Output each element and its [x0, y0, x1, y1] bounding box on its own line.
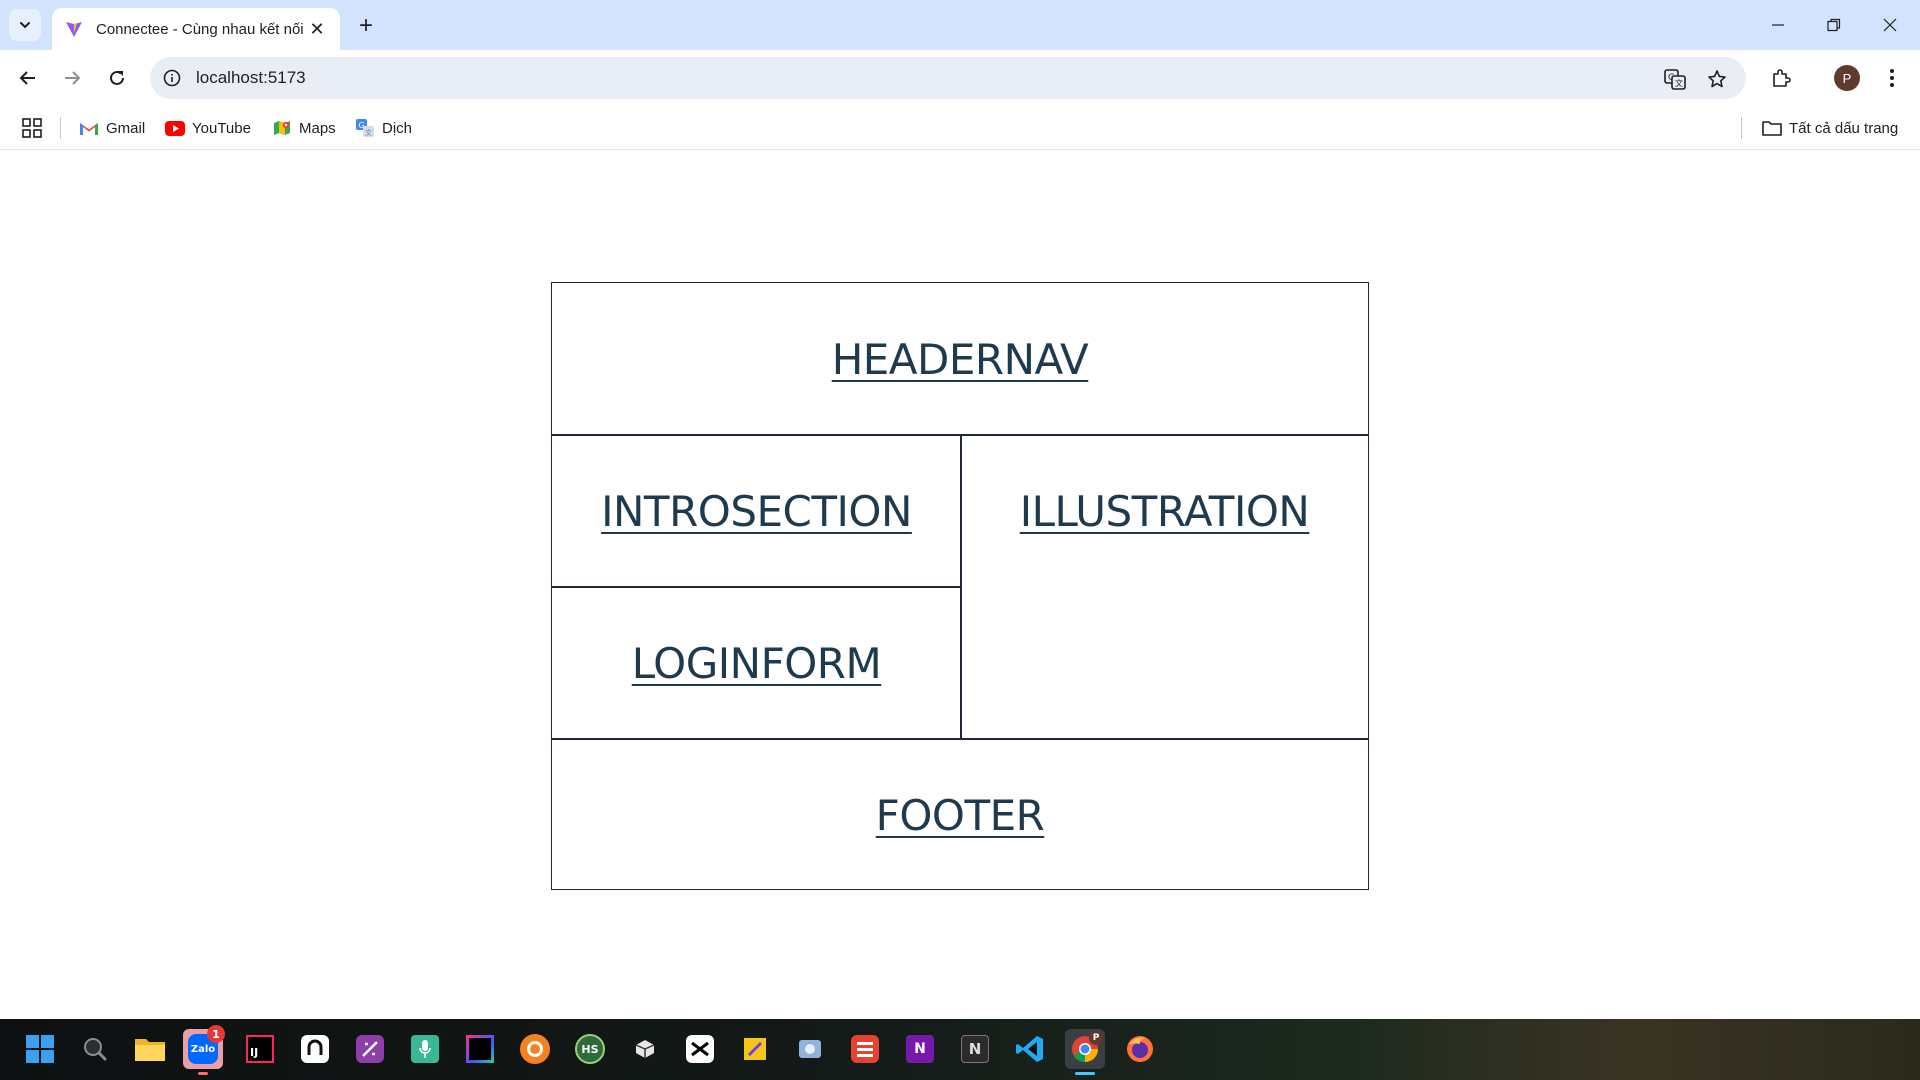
restore-icon[interactable] — [1806, 0, 1862, 50]
footer-section: FOOTER — [551, 738, 1369, 890]
firefox-icon[interactable] — [1120, 1029, 1160, 1069]
loginform-section: LOGINFORM — [551, 586, 962, 740]
new-tab-button[interactable]: + — [352, 12, 380, 40]
intellij-icon[interactable]: IJ — [240, 1029, 280, 1069]
browser-toolbar: localhost:5173 G文 P — [0, 50, 1920, 106]
puzzle-icon[interactable] — [1763, 60, 1799, 96]
headernav-section: HEADERNAV — [551, 282, 1369, 436]
bookmark-separator — [1741, 117, 1742, 139]
jetbrains-icon[interactable] — [460, 1029, 500, 1069]
capcut-icon[interactable] — [680, 1029, 720, 1069]
forward-arrow-icon[interactable] — [54, 60, 90, 96]
maps-icon — [272, 119, 292, 137]
running-indicator — [1075, 1072, 1095, 1075]
illustration-link[interactable]: ILLUSTRATION — [1020, 487, 1310, 739]
todoist-icon[interactable] — [845, 1029, 885, 1069]
translate-icon: G文 — [355, 119, 375, 137]
notion-icon[interactable]: N — [955, 1029, 995, 1069]
tab-strip: Connectee - Cùng nhau kết nối ✕ + — [0, 0, 1920, 50]
app-icon[interactable] — [295, 1029, 335, 1069]
browser-tab[interactable]: Connectee - Cùng nhau kết nối ✕ — [52, 8, 340, 50]
intellij-label: IJ — [246, 1035, 274, 1063]
chrome-icon[interactable]: P — [1065, 1029, 1105, 1075]
profile-badge: P — [1089, 1031, 1103, 1045]
reload-icon[interactable] — [99, 60, 135, 96]
bookmark-label: Gmail — [106, 119, 146, 137]
hs-icon[interactable]: HS — [570, 1029, 610, 1069]
notion-label: N — [961, 1035, 989, 1063]
apps-grid-icon[interactable] — [20, 116, 44, 140]
page-content: HEADERNAV INTROSECTION ILLUSTRATION LOGI… — [0, 151, 1920, 1019]
onenote-icon[interactable]: N — [900, 1029, 940, 1069]
onenote-label: N — [906, 1035, 934, 1063]
tab-title: Connectee - Cùng nhau kết nối — [96, 20, 304, 38]
headernav-link[interactable]: HEADERNAV — [832, 335, 1089, 435]
bookmark-maps[interactable]: Maps — [272, 116, 336, 140]
bookmark-youtube[interactable]: YouTube — [165, 116, 251, 140]
close-icon[interactable]: ✕ — [306, 18, 328, 40]
bookmark-label: Dịch — [382, 119, 413, 137]
taskbar: Zalo 1 IJ HS N N P — [0, 1019, 1920, 1080]
chevron-down-icon — [20, 22, 30, 29]
app-icon[interactable] — [515, 1029, 555, 1069]
info-icon[interactable] — [160, 66, 184, 90]
app-icon[interactable] — [350, 1029, 390, 1069]
zalo-icon[interactable]: Zalo 1 — [183, 1025, 225, 1075]
window-close-icon[interactable] — [1862, 0, 1918, 50]
illustration-section: ILLUSTRATION — [960, 434, 1369, 740]
bookmark-translate[interactable]: G文 Dịch — [355, 116, 412, 140]
app-icon[interactable] — [735, 1029, 775, 1069]
vite-icon — [64, 19, 84, 39]
windows-start-icon[interactable] — [20, 1029, 60, 1069]
app-icon[interactable] — [790, 1029, 830, 1069]
svg-text:文: 文 — [1675, 78, 1683, 88]
folder-icon — [1762, 119, 1782, 137]
translate-icon[interactable]: G文 — [1662, 66, 1688, 92]
gmail-icon — [79, 119, 99, 137]
bookmark-label: Maps — [299, 119, 336, 137]
youtube-icon — [165, 119, 185, 137]
notification-badge: 1 — [207, 1025, 225, 1043]
kebab-menu-icon[interactable] — [1874, 60, 1910, 96]
file-explorer-icon[interactable] — [130, 1029, 170, 1069]
star-icon[interactable] — [1704, 66, 1730, 92]
all-bookmarks-button[interactable]: Tất cả dấu trang — [1762, 116, 1898, 140]
address-bar[interactable]: localhost:5173 G文 — [150, 57, 1746, 99]
back-arrow-icon[interactable] — [10, 60, 46, 96]
voice-recorder-icon[interactable] — [405, 1029, 445, 1069]
svg-text:文: 文 — [365, 128, 372, 137]
running-indicator — [198, 1072, 208, 1075]
footer-link[interactable]: FOOTER — [876, 791, 1045, 889]
bookmark-separator — [60, 117, 61, 139]
url-text[interactable]: localhost:5173 — [196, 68, 306, 88]
tab-search-button[interactable] — [9, 9, 41, 41]
all-bookmarks-label: Tất cả dấu trang — [1789, 119, 1899, 137]
search-icon[interactable] — [75, 1029, 115, 1069]
introsection-link[interactable]: INTROSECTION — [601, 487, 912, 587]
bookmark-gmail[interactable]: Gmail — [79, 116, 145, 140]
minimize-icon[interactable] — [1750, 0, 1806, 50]
hs-label: HS — [575, 1034, 605, 1064]
vscode-icon[interactable] — [1010, 1029, 1050, 1069]
introsection-section: INTROSECTION — [551, 434, 962, 588]
bookmark-label: YouTube — [192, 119, 251, 137]
profile-avatar[interactable]: P — [1834, 65, 1860, 91]
app-icon[interactable] — [625, 1029, 665, 1069]
bookmarks-bar: Gmail YouTube Maps G文 Dịch Tất cả dấu tr… — [0, 106, 1920, 150]
loginform-link[interactable]: LOGINFORM — [632, 639, 882, 739]
layout-grid: HEADERNAV INTROSECTION ILLUSTRATION LOGI… — [551, 282, 1369, 890]
